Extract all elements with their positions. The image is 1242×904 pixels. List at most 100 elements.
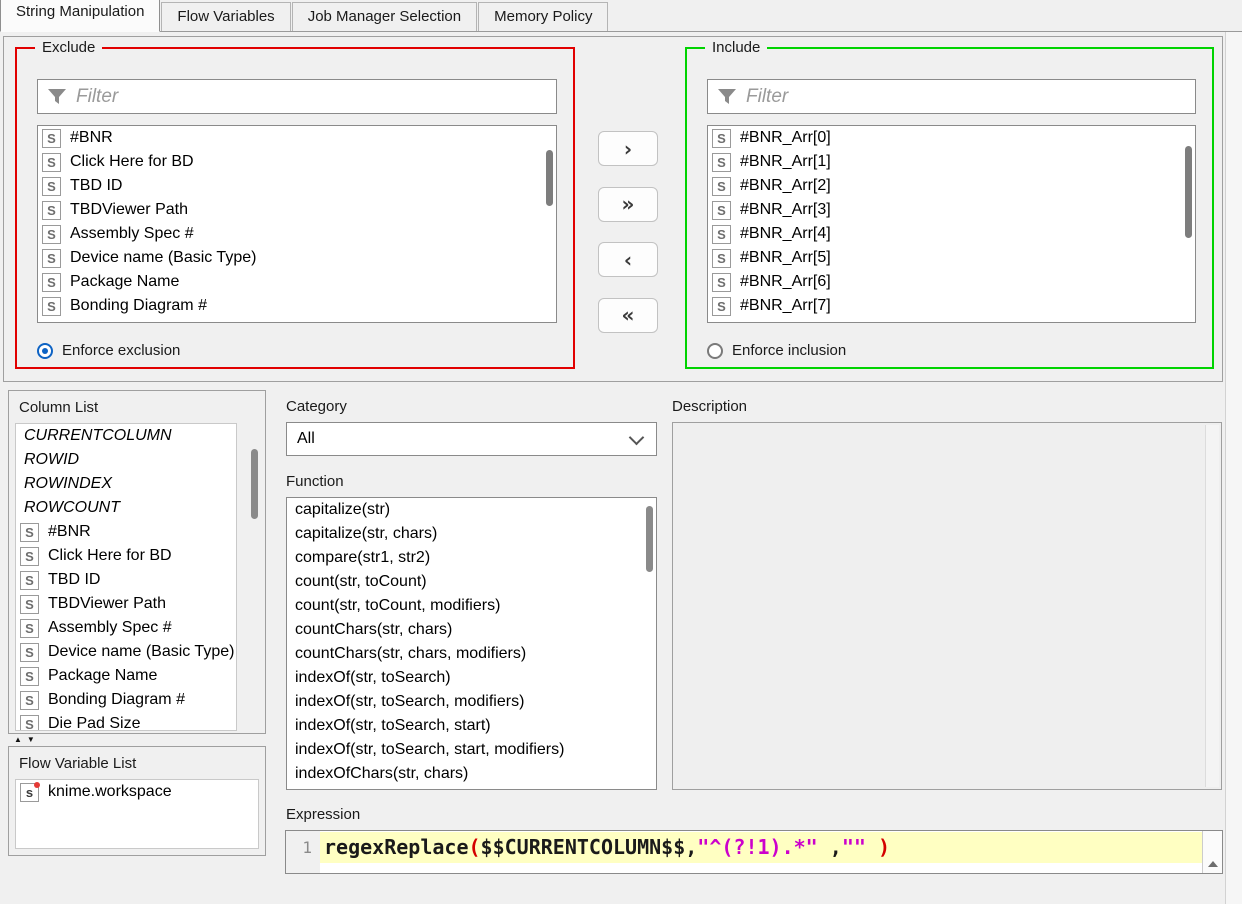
list-item[interactable]: SPackage Name	[38, 270, 556, 294]
string-type-icon: S	[42, 201, 61, 220]
radio-icon	[37, 343, 53, 359]
enforce-inclusion-label: Enforce inclusion	[732, 342, 846, 359]
function-item[interactable]: indexOfChars(str, chars)	[287, 762, 656, 786]
list-item[interactable]: S#BNR_Arr[7]	[708, 294, 1195, 318]
special-column-item[interactable]: ROWID	[16, 448, 236, 472]
string-type-icon: S	[42, 177, 61, 196]
list-item[interactable]: S#BNR_Arr[5]	[708, 246, 1195, 270]
exclude-panel-title: Exclude	[35, 39, 102, 57]
flow-variable-item[interactable]: s knime.workspace	[16, 780, 258, 804]
function-item[interactable]: count(str, toCount)	[287, 570, 656, 594]
list-item[interactable]: SDie Pad Size	[16, 712, 236, 731]
enforce-exclusion-radio[interactable]: Enforce exclusion	[37, 342, 180, 359]
category-label: Category	[286, 398, 347, 415]
radio-icon	[707, 343, 723, 359]
list-item[interactable]: STBDViewer Path	[38, 198, 556, 222]
category-selected-value: All	[287, 430, 631, 448]
item-label: knime.workspace	[48, 783, 172, 801]
description-scrollbar[interactable]	[1205, 425, 1219, 787]
list-item[interactable]: S#BNR_Arr[0]	[708, 126, 1195, 150]
exclude-list-scrollbar[interactable]	[546, 150, 553, 206]
enforce-inclusion-radio[interactable]: Enforce inclusion	[707, 342, 846, 359]
flow-variable-list-title: Flow Variable List	[19, 755, 136, 772]
special-column-item[interactable]: ROWCOUNT	[16, 496, 236, 520]
item-label: #BNR_Arr[6]	[740, 273, 831, 291]
column-list-panel: Column List CURRENTCOLUMNROWIDROWINDEXRO…	[8, 390, 266, 734]
line-number-gutter: 1	[286, 831, 320, 873]
list-item[interactable]: SClick Here for BD	[16, 544, 236, 568]
function-item[interactable]: countChars(str, chars)	[287, 618, 656, 642]
function-item[interactable]: capitalize(str, chars)	[287, 522, 656, 546]
list-item[interactable]: SBonding Diagram #	[16, 688, 236, 712]
function-item[interactable]: indexOf(str, toSearch, start)	[287, 714, 656, 738]
item-label: TBD ID	[48, 571, 100, 589]
special-column-item[interactable]: CURRENTCOLUMN	[16, 424, 236, 448]
item-label: #BNR_Arr[0]	[740, 129, 831, 147]
item-label: Click Here for BD	[48, 547, 172, 565]
function-item[interactable]: capitalize(str)	[287, 498, 656, 522]
item-label: Bonding Diagram #	[48, 691, 185, 709]
item-label: TBDViewer Path	[48, 595, 166, 613]
move-right-button[interactable]: ›	[598, 131, 658, 166]
list-item[interactable]: SDevice name (Basic Type)	[16, 640, 236, 664]
expression-editor-scrollbar[interactable]	[1202, 831, 1222, 873]
splitter-up-icon[interactable]: ▲	[14, 735, 27, 744]
list-item[interactable]: S#BNR	[16, 520, 236, 544]
chevron-down-icon	[629, 429, 645, 445]
list-item[interactable]: SAssembly Spec #	[38, 222, 556, 246]
string-type-icon: S	[20, 595, 39, 614]
function-item[interactable]: indexOf(str, toSearch, modifiers)	[287, 690, 656, 714]
include-list: S#BNR_Arr[0]S#BNR_Arr[1]S#BNR_Arr[2]S#BN…	[707, 125, 1196, 323]
list-item[interactable]: S#BNR_Arr[4]	[708, 222, 1195, 246]
string-type-icon: S	[20, 715, 39, 732]
list-item[interactable]: S#BNR_Arr[2]	[708, 174, 1195, 198]
list-item[interactable]: S TBDViewer Path	[16, 592, 236, 616]
list-item[interactable]: SBonding Diagram #	[38, 294, 556, 318]
main-vertical-scrollbar[interactable]	[1225, 32, 1242, 904]
function-list-scrollbar[interactable]	[646, 506, 653, 572]
list-item[interactable]: STBD ID	[16, 568, 236, 592]
splitter-down-icon[interactable]: ▼	[27, 735, 40, 744]
function-item[interactable]: indexOf(str, toSearch, start, modifiers)	[287, 738, 656, 762]
list-item[interactable]: SPackage Name	[16, 664, 236, 688]
item-label: #BNR_Arr[5]	[740, 249, 831, 267]
move-left-button[interactable]: ‹	[598, 242, 658, 277]
expression-token: (	[469, 835, 481, 859]
list-item[interactable]: SAssembly Spec #	[16, 616, 236, 640]
column-list-scrollbar[interactable]	[251, 449, 258, 519]
category-select[interactable]: All	[286, 422, 657, 456]
expression-code-line[interactable]: regexReplace($$CURRENTCOLUMN$$,"^(?!1).*…	[320, 832, 1202, 863]
enforce-exclusion-label: Enforce exclusion	[62, 342, 180, 359]
function-list: capitalize(str)capitalize(str, chars)com…	[286, 497, 657, 790]
list-item[interactable]: S#BNR_Arr[3]	[708, 198, 1195, 222]
flow-variable-string-icon: s	[20, 783, 39, 802]
flow-variable-list-panel: Flow Variable List s knime.workspace	[8, 746, 266, 856]
list-item[interactable]: STBD ID	[38, 174, 556, 198]
flow-variable-dot	[34, 782, 40, 788]
special-column-item[interactable]: ROWINDEX	[16, 472, 236, 496]
include-list-scrollbar[interactable]	[1185, 146, 1192, 238]
function-item[interactable]: indexOf(str, toSearch)	[287, 666, 656, 690]
function-item[interactable]: count(str, toCount, modifiers)	[287, 594, 656, 618]
tab-flow-variables[interactable]: Flow Variables	[161, 2, 290, 31]
include-filter-input[interactable]	[744, 82, 1193, 111]
tab-memory-policy[interactable]: Memory Policy	[478, 2, 608, 31]
function-item[interactable]: compare(str1, str2)	[287, 546, 656, 570]
list-item[interactable]: S#BNR	[38, 126, 556, 150]
move-all-right-button[interactable]: »	[598, 187, 658, 222]
exclude-list: S#BNRSClick Here for BDSTBD IDSTBDViewer…	[37, 125, 557, 323]
tab-job-manager-selection[interactable]: Job Manager Selection	[292, 2, 477, 31]
list-item[interactable]: S#BNR_Arr[6]	[708, 270, 1195, 294]
tab-string-manipulation[interactable]: String Manipulation	[0, 0, 160, 32]
exclude-filter-input[interactable]	[74, 82, 554, 111]
list-item[interactable]: SClick Here for BD	[38, 150, 556, 174]
string-type-icon: S	[20, 619, 39, 638]
expression-editor[interactable]: 1 regexReplace($$CURRENTCOLUMN$$,"^(?!1)…	[285, 830, 1223, 874]
list-item[interactable]: S#BNR_Arr[1]	[708, 150, 1195, 174]
string-type-icon: S	[712, 297, 731, 316]
panel-splitter[interactable]: ▲▼	[14, 735, 40, 744]
move-all-left-button[interactable]: «	[598, 298, 658, 333]
item-label: Device name (Basic Type)	[70, 249, 256, 267]
list-item[interactable]: SDevice name (Basic Type)	[38, 246, 556, 270]
function-item[interactable]: countChars(str, chars, modifiers)	[287, 642, 656, 666]
